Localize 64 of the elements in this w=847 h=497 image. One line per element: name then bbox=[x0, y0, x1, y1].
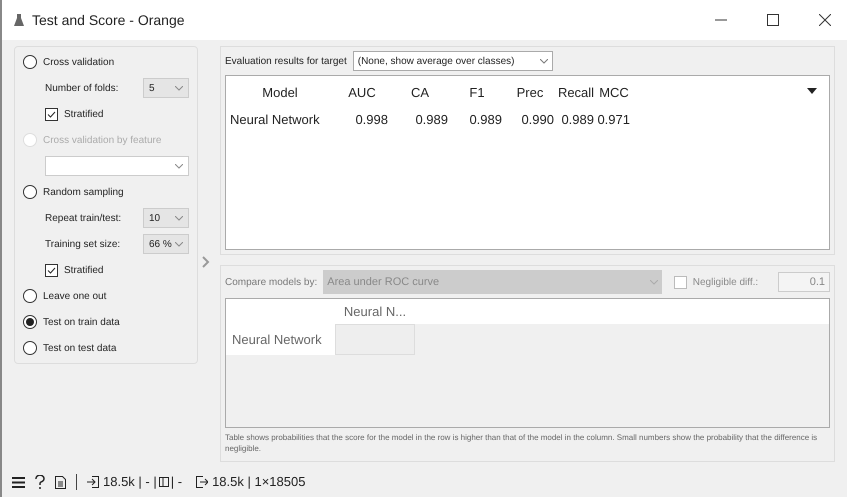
radio-label: Test on train data bbox=[43, 316, 120, 330]
dropdown[interactable]: 66 % bbox=[143, 234, 189, 254]
radio-button[interactable] bbox=[23, 185, 37, 199]
maximize-icon[interactable] bbox=[767, 14, 779, 26]
column-header[interactable]: MCC bbox=[596, 76, 632, 110]
chevron-down-icon bbox=[175, 86, 183, 90]
comparison-note: Table shows probabilities that the score for the model in the row is higher than that of the model in the column. Small numbers show the probability that the difference is negligible. bbox=[225, 432, 818, 454]
chevron-down-icon bbox=[650, 280, 658, 284]
column-header[interactable]: CA bbox=[390, 76, 450, 110]
chevron-down-icon bbox=[540, 58, 548, 64]
radio-label: Random sampling bbox=[43, 186, 124, 200]
table-cell-text: Neural Network bbox=[229, 111, 321, 130]
radio-button[interactable] bbox=[23, 341, 37, 355]
table-cell-text: 0.998 bbox=[354, 111, 389, 130]
checkbox-label: Stratified bbox=[64, 264, 104, 278]
dropdown-label: Repeat train/test: bbox=[45, 212, 122, 226]
menu-triangle-icon[interactable] bbox=[807, 88, 817, 94]
document-icon[interactable] bbox=[55, 476, 66, 488]
table-cell-text: 0.990 bbox=[520, 111, 555, 130]
radio-button[interactable] bbox=[23, 55, 37, 69]
radio-label: Cross validation by feature bbox=[43, 134, 162, 148]
negligible-checkbox[interactable] bbox=[674, 276, 687, 288]
row-header: Neural Network bbox=[226, 324, 335, 355]
check-icon bbox=[47, 266, 56, 274]
target-dropdown[interactable]: (None, show average over classes) bbox=[352, 51, 553, 71]
dropdown-label: Number of folds: bbox=[45, 82, 118, 96]
negligible-label: Negligible diff.: bbox=[692, 276, 758, 290]
column-header[interactable]: F1 bbox=[450, 76, 504, 110]
panel-icon bbox=[158, 477, 169, 487]
table-cell-text: 0.989 bbox=[414, 111, 449, 130]
radio-label: Test on test data bbox=[43, 342, 116, 356]
checkbox-label: Stratified bbox=[64, 108, 104, 122]
help-icon[interactable] bbox=[35, 475, 45, 489]
check-icon bbox=[47, 110, 56, 118]
table-cell-text: 0.989 bbox=[468, 111, 503, 130]
radio-button[interactable] bbox=[23, 315, 37, 329]
radio-button[interactable] bbox=[23, 289, 37, 303]
dropdown-label: Training set size: bbox=[45, 238, 120, 252]
input-icon bbox=[87, 476, 99, 488]
column-header[interactable]: Recall bbox=[556, 76, 596, 110]
checkbox[interactable] bbox=[45, 264, 58, 276]
column-header[interactable]: AUC bbox=[334, 76, 390, 110]
dropdown[interactable]: 5 bbox=[143, 78, 189, 98]
chevron-down-icon bbox=[175, 164, 183, 168]
target-label: Evaluation results for target bbox=[225, 54, 347, 68]
radio-label: Leave one out bbox=[43, 290, 106, 304]
output-icon bbox=[196, 476, 208, 488]
column-header[interactable]: Prec bbox=[504, 76, 556, 110]
menu-icon[interactable] bbox=[12, 476, 25, 488]
flask-icon bbox=[14, 13, 24, 27]
table-cell-text: 0.971 bbox=[596, 111, 631, 130]
window-title: Test and Score - Orange bbox=[32, 10, 185, 30]
chevron-down-icon bbox=[175, 216, 183, 220]
dropdown[interactable]: 10 bbox=[143, 208, 189, 228]
table-cell-text: 0.989 bbox=[560, 111, 595, 130]
checkbox[interactable] bbox=[45, 108, 58, 120]
radio-label: Cross validation bbox=[43, 56, 114, 70]
chevron-down-icon bbox=[175, 242, 183, 246]
column-header[interactable]: Model bbox=[226, 76, 334, 110]
output-summary: 18.5k | 1×18505 bbox=[212, 473, 306, 492]
input-summary: 18.5k | - | bbox=[103, 473, 157, 492]
close-icon[interactable] bbox=[819, 14, 831, 26]
middle-summary: | - bbox=[170, 473, 182, 492]
compare-label: Compare models by: bbox=[225, 276, 318, 290]
